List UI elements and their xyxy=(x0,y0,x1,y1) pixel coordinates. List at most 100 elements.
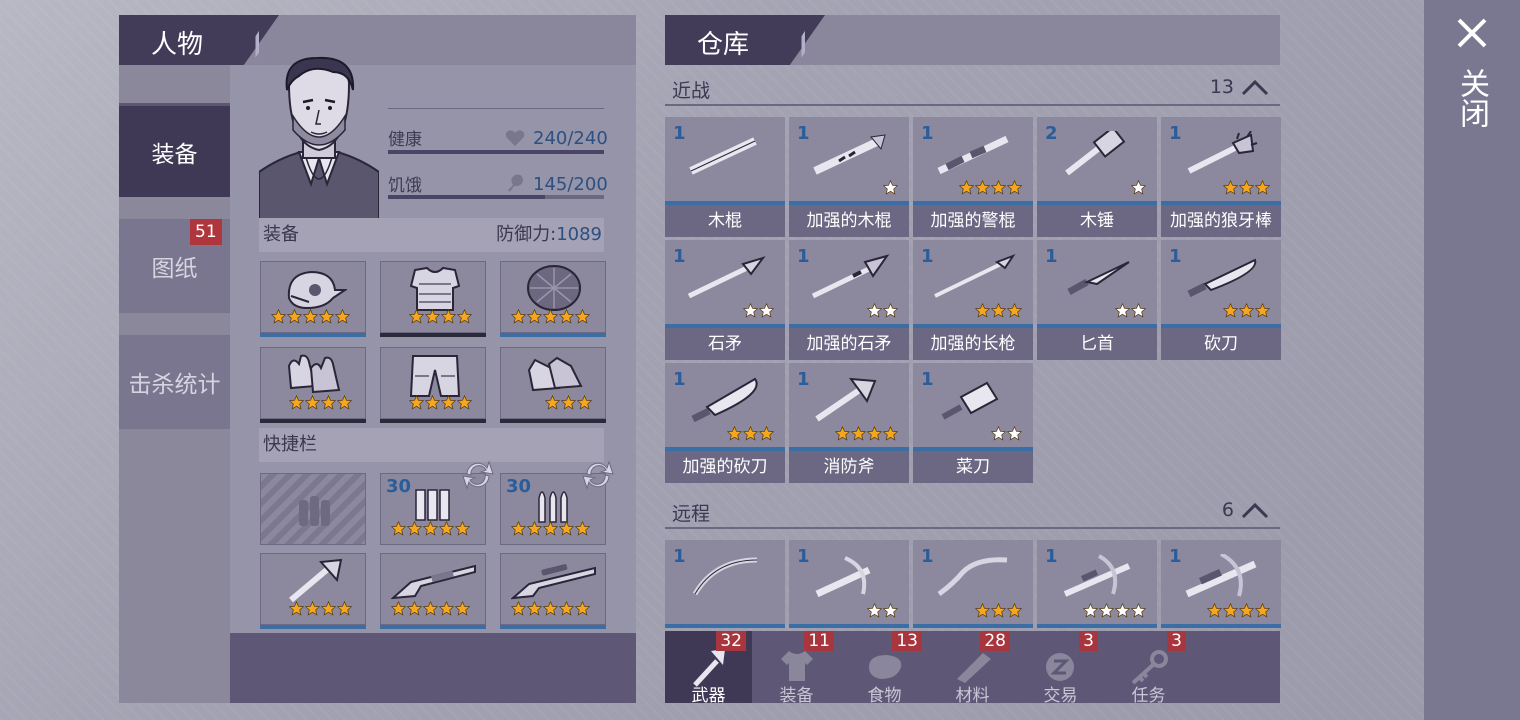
star-icon xyxy=(727,426,742,441)
star-icon xyxy=(407,521,422,536)
item-quantity: 1 xyxy=(1169,123,1182,144)
quick-slot-axe[interactable] xyxy=(260,553,366,629)
tab-label: 武器 xyxy=(691,686,726,706)
reinforced-stick-icon xyxy=(813,134,886,175)
item-quantity: 1 xyxy=(673,546,686,567)
quick-slot-empty[interactable] xyxy=(260,473,366,545)
item-slot[interactable]: 1 加强的狼牙棒 xyxy=(1161,117,1281,237)
star-icon xyxy=(1239,603,1254,618)
star-icon xyxy=(289,601,304,616)
star-icon xyxy=(543,521,558,536)
item-stars xyxy=(743,303,774,318)
chevron-up-icon[interactable] xyxy=(1241,78,1269,96)
slot-stars xyxy=(409,309,472,324)
item-slot[interactable]: 1 xyxy=(1037,540,1157,628)
item-slot[interactable]: 1 匕首 xyxy=(1037,240,1157,360)
tab-weapons[interactable]: 武器 32 xyxy=(665,631,752,706)
star-icon xyxy=(1223,303,1238,318)
close-icon[interactable] xyxy=(1456,17,1488,49)
item-quantity: 1 xyxy=(1169,246,1182,267)
item-stars xyxy=(867,303,898,318)
star-icon xyxy=(1223,603,1238,618)
star-icon xyxy=(407,601,422,616)
item-slot[interactable]: 1 砍刀 xyxy=(1161,240,1281,360)
item-name: 消防斧 xyxy=(789,451,909,483)
star-icon xyxy=(991,180,1006,195)
category-ranged[interactable]: 远程 6 xyxy=(665,491,1280,529)
item-stars xyxy=(1223,180,1270,195)
item-slot[interactable]: 2 木锤 xyxy=(1037,117,1157,237)
star-icon xyxy=(1131,303,1146,318)
quick-slot-shotgun[interactable] xyxy=(380,553,486,629)
quick-slot-rifle[interactable] xyxy=(500,553,606,629)
item-slot[interactable]: 1 加强的警棍 xyxy=(913,117,1033,237)
stats-divider xyxy=(388,108,604,109)
star-icon xyxy=(527,601,542,616)
item-quantity: 1 xyxy=(921,246,934,267)
tab-badge: 28 xyxy=(980,631,1010,651)
swap-icon[interactable] xyxy=(579,458,617,492)
equip-slot-gloves[interactable] xyxy=(260,347,366,423)
sidebar-item-kill-stats[interactable]: 击杀统计 xyxy=(119,335,230,429)
close-label[interactable]: 关闭 xyxy=(1454,68,1489,128)
item-slot[interactable]: 1 加强的木棍 xyxy=(789,117,909,237)
tab-quests[interactable]: 任务 3 xyxy=(1105,631,1192,706)
star-icon xyxy=(883,180,898,195)
category-count: 6 xyxy=(1221,499,1234,521)
tab-materials[interactable]: 材料 28 xyxy=(929,631,1016,706)
equip-slot-shield[interactable] xyxy=(500,261,606,337)
star-icon xyxy=(975,180,990,195)
item-stars xyxy=(1223,303,1270,318)
item-slot[interactable]: 1 xyxy=(1161,540,1281,628)
item-slot[interactable]: 1 石矛 xyxy=(665,240,785,360)
equip-slot-feet[interactable] xyxy=(500,347,606,423)
star-icon xyxy=(1083,603,1098,618)
item-slot[interactable]: 1 加强的石矛 xyxy=(789,240,909,360)
slot-count: 30 xyxy=(386,476,412,497)
turtle-shell-icon xyxy=(527,265,581,311)
equip-slot-body[interactable] xyxy=(380,261,486,337)
item-slot[interactable]: 1 加强的长枪 xyxy=(913,240,1033,360)
tab-trade[interactable]: 交易 3 xyxy=(1017,631,1104,706)
machete-icon xyxy=(1187,258,1257,298)
item-slot[interactable]: 1 xyxy=(789,540,909,628)
tab-equipment[interactable]: 装备 11 xyxy=(753,631,840,706)
item-slot[interactable]: 1 木棍 xyxy=(665,117,785,237)
shotgun-icon xyxy=(391,564,476,600)
quickbar-section-header: 快捷栏 xyxy=(259,428,604,462)
star-icon xyxy=(1115,603,1130,618)
star-icon xyxy=(1099,603,1114,618)
tab-food[interactable]: 食物 13 xyxy=(841,631,928,706)
star-icon xyxy=(289,395,304,410)
equip-slot-helmet[interactable] xyxy=(260,261,366,337)
item-underline xyxy=(1037,624,1157,628)
item-slot[interactable]: 1 xyxy=(913,540,1033,628)
item-slot[interactable]: 1 加强的砍刀 xyxy=(665,363,785,483)
star-icon xyxy=(543,309,558,324)
chevron-up-icon[interactable] xyxy=(1241,501,1269,519)
star-icon xyxy=(409,395,424,410)
star-icon xyxy=(305,395,320,410)
sidebar-item-equipment[interactable]: 装备 xyxy=(119,103,230,197)
item-slot[interactable]: 1 消防斧 xyxy=(789,363,909,483)
recurve-bow-icon xyxy=(937,557,1008,597)
star-icon xyxy=(455,601,470,616)
swap-icon[interactable] xyxy=(459,458,497,492)
item-slot[interactable]: 1 xyxy=(665,540,785,628)
helmet-icon xyxy=(287,270,347,310)
item-quantity: 1 xyxy=(921,369,934,390)
star-icon xyxy=(577,395,592,410)
item-slot[interactable]: 1 菜刀 xyxy=(913,363,1033,483)
star-icon xyxy=(425,309,440,324)
heart-icon xyxy=(505,130,525,146)
item-name: 菜刀 xyxy=(913,451,1033,483)
category-melee[interactable]: 近战 13 xyxy=(665,68,1280,106)
hunger-label: 饥饿 xyxy=(388,176,422,196)
item-quantity: 1 xyxy=(673,369,686,390)
item-name: 加强的警棍 xyxy=(913,205,1033,237)
star-icon xyxy=(1255,603,1270,618)
star-icon xyxy=(527,521,542,536)
stone-spear-icon xyxy=(687,256,766,299)
equip-slot-legs[interactable] xyxy=(380,347,486,423)
reinforced-spear-icon xyxy=(811,254,890,299)
